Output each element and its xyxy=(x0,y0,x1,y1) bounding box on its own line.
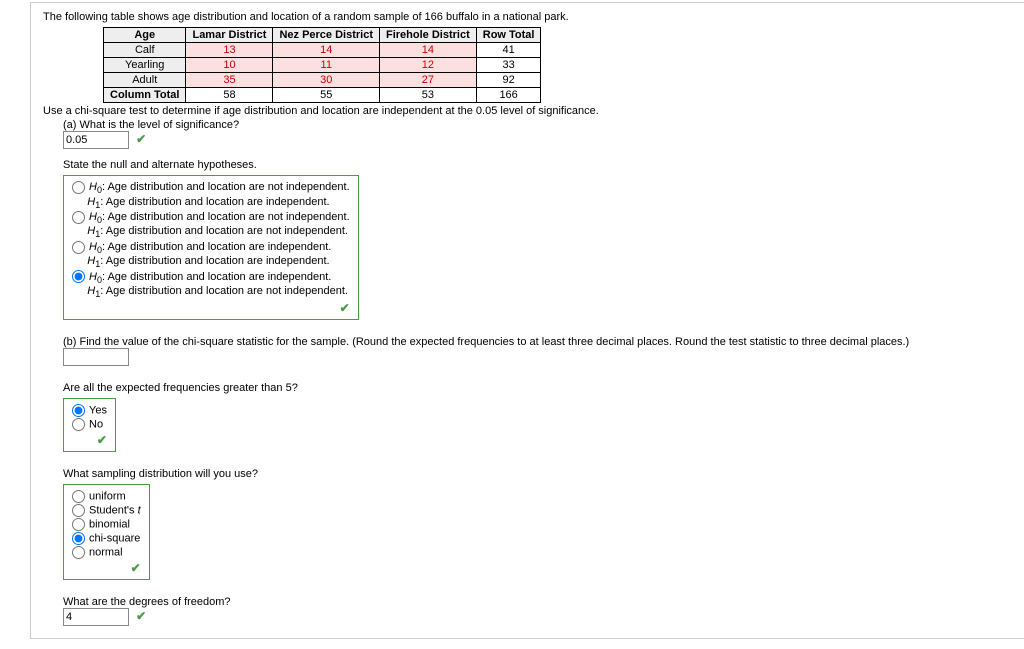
samp-box: uniform Student's t binomial chi-square norm… xyxy=(63,484,150,580)
hyp-option: H0: Age distribution and location are no… xyxy=(72,211,350,240)
cell: 10 xyxy=(186,58,273,73)
option-radio[interactable] xyxy=(72,532,85,545)
row-total: 33 xyxy=(476,58,541,73)
hyp-radio[interactable] xyxy=(72,270,85,283)
option-radio[interactable] xyxy=(72,418,85,431)
cell: 14 xyxy=(273,43,380,58)
part-b: (b) Find the value of the chi-square sta… xyxy=(63,336,1013,366)
option-radio[interactable] xyxy=(72,518,85,531)
option-row: Yes xyxy=(72,404,107,417)
hyp-option: H0: Age distribution and location are no… xyxy=(72,181,350,210)
hyp-label: State the null and alternate hypotheses. xyxy=(63,159,1013,171)
hyp-radio[interactable] xyxy=(72,211,85,224)
df-label: What are the degrees of freedom? xyxy=(63,596,1013,608)
part-a: (a) What is the level of significance? ✔ xyxy=(63,119,1013,149)
df-section: What are the degrees of freedom? ✔ xyxy=(63,596,1013,626)
row-total: 41 xyxy=(476,43,541,58)
check-icon: ✔ xyxy=(136,132,146,146)
col-age: Age xyxy=(104,28,186,43)
option-radio[interactable] xyxy=(72,490,85,503)
option-row: No xyxy=(72,418,107,431)
option-label: normal xyxy=(89,547,123,559)
option-row: uniform xyxy=(72,490,141,503)
hyp-text: H0: Age distribution and location are in… xyxy=(72,271,348,297)
row-label: Calf xyxy=(104,43,186,58)
freq-label: Are all the expected frequencies greater… xyxy=(63,382,1013,394)
cell: 35 xyxy=(186,73,273,88)
hyp-text: H0: Age distribution and location are no… xyxy=(72,181,350,207)
table-row: Calf 13 14 14 41 xyxy=(104,43,541,58)
hyp-radio[interactable] xyxy=(72,181,85,194)
col-rowtotal: Row Total xyxy=(476,28,541,43)
cell: 30 xyxy=(273,73,380,88)
check-icon: ✔ xyxy=(72,561,141,575)
row-label: Yearling xyxy=(104,58,186,73)
cell: 12 xyxy=(380,58,477,73)
hyp-radio[interactable] xyxy=(72,241,85,254)
option-radio[interactable] xyxy=(72,504,85,517)
samp-label: What sampling distribution will you use? xyxy=(63,468,1013,480)
option-row: normal xyxy=(72,546,141,559)
chi-instruction: Use a chi-square test to determine if ag… xyxy=(43,105,1013,117)
col-total: 53 xyxy=(380,88,477,103)
freq-box: Yes No ✔ xyxy=(63,398,116,452)
data-table: Age Lamar District Nez Perce District Fi… xyxy=(103,27,541,103)
grand-total: 166 xyxy=(476,88,541,103)
hypotheses-section: State the null and alternate hypotheses.… xyxy=(63,159,1013,320)
qa-label: (a) What is the level of significance? xyxy=(63,119,1013,131)
hyp-text: H0: Age distribution and location are no… xyxy=(72,211,350,237)
table-row: Adult 35 30 27 92 xyxy=(104,73,541,88)
cell: 13 xyxy=(186,43,273,58)
option-radio[interactable] xyxy=(72,546,85,559)
hyp-option: H0: Age distribution and location are in… xyxy=(72,241,350,270)
option-row: chi-square xyxy=(72,532,141,545)
col-total: 55 xyxy=(273,88,380,103)
chi-stat-input[interactable] xyxy=(63,348,129,366)
row-total: 92 xyxy=(476,73,541,88)
check-icon: ✔ xyxy=(72,433,107,447)
option-label: Yes xyxy=(89,405,107,417)
row-label: Column Total xyxy=(104,88,186,103)
col-nez: Nez Perce District xyxy=(273,28,380,43)
significance-input[interactable] xyxy=(63,131,129,149)
cell: 11 xyxy=(273,58,380,73)
option-label: chi-square xyxy=(89,533,140,545)
check-icon: ✔ xyxy=(72,301,350,315)
col-lamar: Lamar District xyxy=(186,28,273,43)
option-label: Student's t xyxy=(89,505,141,517)
check-icon: ✔ xyxy=(136,609,146,623)
option-row: binomial xyxy=(72,518,141,531)
intro-text: The following table shows age distributi… xyxy=(43,11,1013,23)
freq-section: Are all the expected frequencies greater… xyxy=(63,382,1013,452)
table-row: Yearling 10 11 12 33 xyxy=(104,58,541,73)
option-label: No xyxy=(89,419,103,431)
option-radio[interactable] xyxy=(72,404,85,417)
qb-label: (b) Find the value of the chi-square sta… xyxy=(63,336,1013,348)
cell: 27 xyxy=(380,73,477,88)
col-firehole: Firehole District xyxy=(380,28,477,43)
table-row: Column Total 58 55 53 166 xyxy=(104,88,541,103)
cell: 14 xyxy=(380,43,477,58)
hyp-option: H0: Age distribution and location are in… xyxy=(72,270,350,299)
question-container: The following table shows age distributi… xyxy=(30,2,1024,639)
option-label: binomial xyxy=(89,519,130,531)
option-row: Student's t xyxy=(72,504,141,517)
samp-section: What sampling distribution will you use?… xyxy=(63,468,1013,580)
option-label: uniform xyxy=(89,491,126,503)
hyp-text: H0: Age distribution and location are in… xyxy=(72,241,331,267)
hypotheses-box: H0: Age distribution and location are no… xyxy=(63,175,359,320)
col-total: 58 xyxy=(186,88,273,103)
df-input[interactable] xyxy=(63,608,129,626)
row-label: Adult xyxy=(104,73,186,88)
